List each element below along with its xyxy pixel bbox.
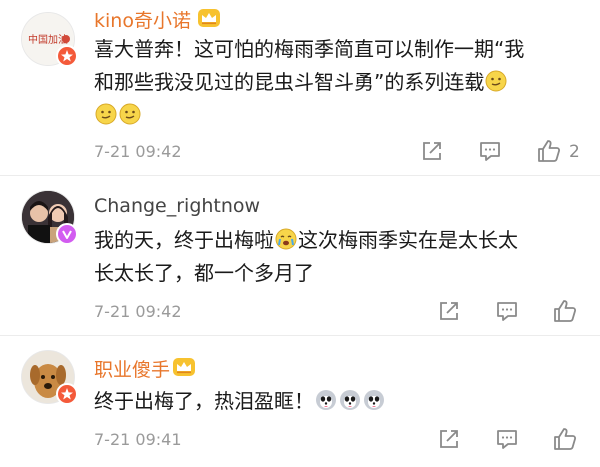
comment-time: 7-21 09:42 — [94, 142, 182, 161]
husky-face-icon — [315, 389, 337, 411]
username[interactable]: Change_rightnow — [94, 195, 260, 217]
smirk-face-icon — [485, 70, 507, 92]
comment-icon — [480, 142, 500, 161]
share-button[interactable] — [437, 299, 461, 327]
comment-line: 这次梅雨季实在是太长太 — [298, 228, 518, 252]
comment-line: 终于出梅了，热泪盈眶！ — [94, 389, 314, 413]
crown-icon — [197, 8, 221, 28]
avatar-caption: 中国加油 — [28, 33, 68, 46]
like-count: 2 — [569, 142, 580, 162]
comment-icon — [497, 430, 517, 449]
comment-text: 终于出梅了，热泪盈眶！ — [94, 385, 589, 418]
username[interactable]: kino奇小诺 — [94, 6, 191, 33]
smirk-face-icon — [95, 103, 117, 125]
share-button[interactable] — [437, 427, 461, 455]
comment-item: 中国加油 kino奇小诺 喜大普奔！这可怕的梅雨季简直可以制作一期“我 和那些我… — [0, 0, 600, 175]
comment-line: 我的天，终于出梅啦 — [94, 228, 274, 252]
comment-button[interactable] — [495, 299, 519, 327]
husky-face-icon — [363, 389, 385, 411]
thumbs-up-icon — [554, 300, 577, 322]
like-button[interactable] — [552, 298, 578, 328]
comment-line: 喜大普奔！这可怕的梅雨季简直可以制作一期“我 — [94, 37, 525, 61]
crying-face-icon — [275, 228, 297, 250]
husky-face-icon — [339, 389, 361, 411]
verified-badge-icon — [56, 383, 78, 405]
thumbs-up-icon — [554, 428, 577, 450]
comment-button[interactable] — [495, 427, 519, 455]
username[interactable]: 职业傻手 — [94, 355, 170, 382]
comment-item: 职业傻手 终于出梅了，热泪盈眶！ 7-21 09:41 — [0, 335, 600, 467]
smirk-face-icon — [119, 103, 141, 125]
verified-badge-icon — [56, 45, 78, 67]
share-icon — [423, 142, 441, 160]
share-icon — [440, 302, 458, 320]
like-button[interactable] — [552, 426, 578, 456]
share-button[interactable] — [420, 139, 444, 167]
comment-line: 长太长了，都一个多月了 — [94, 261, 314, 285]
comment-button[interactable] — [478, 139, 502, 167]
share-icon — [440, 430, 458, 448]
comment-text: 喜大普奔！这可怕的梅雨季简直可以制作一期“我 和那些我没见过的昆虫斗智斗勇”的系… — [94, 33, 589, 132]
comment-icon — [497, 302, 517, 321]
like-button[interactable] — [536, 138, 562, 168]
verified-badge-icon — [56, 223, 78, 245]
crown-icon — [172, 357, 196, 377]
comment-text: 我的天，终于出梅啦 这次梅雨季实在是太长太 长太长了，都一个多月了 — [94, 224, 589, 290]
comment-line: 和那些我没见过的昆虫斗智斗勇”的系列连载 — [94, 70, 485, 94]
comment-time: 7-21 09:41 — [94, 430, 182, 449]
comment-time: 7-21 09:42 — [94, 302, 182, 321]
comment-item: Change_rightnow 我的天，终于出梅啦 这次梅雨季实在是太长太 长太长… — [0, 175, 600, 335]
thumbs-up-icon — [538, 140, 561, 162]
